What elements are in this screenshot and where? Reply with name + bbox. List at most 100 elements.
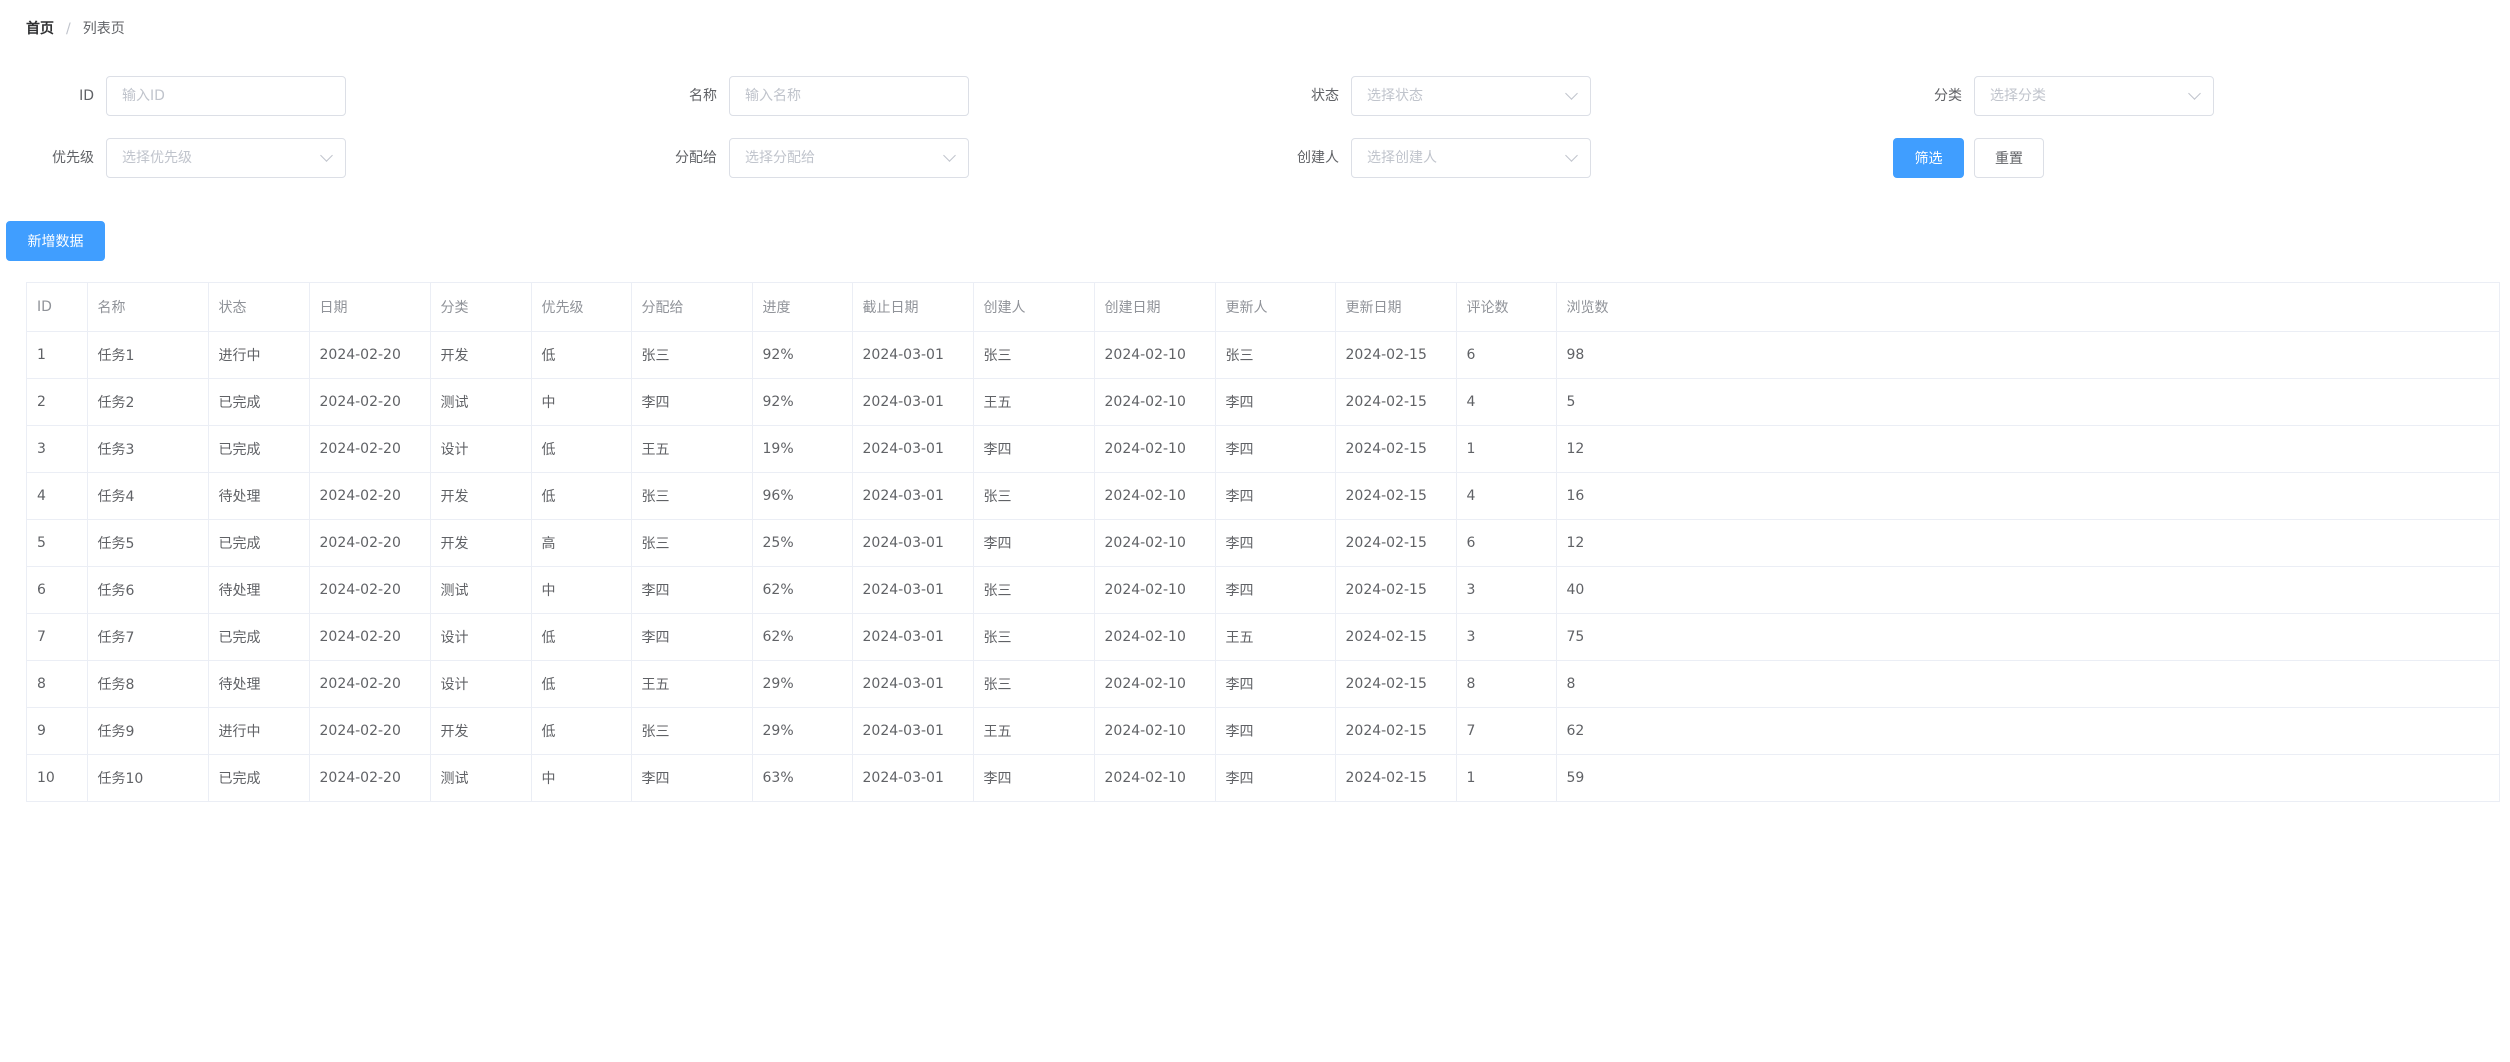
table-cell: 8 [1556, 660, 2499, 708]
table-cell: 2024-03-01 [852, 660, 974, 708]
table-header-cell: 分类 [430, 283, 532, 332]
table-row[interactable]: 9 任务9 进行中 2024-02-20 开发低张三 29% 2024-03-01 王五 202… [27, 707, 2499, 755]
table-row[interactable]: 5 任务5 已完成 2024-02-20 开发高张三 25% 2024-03-01 李四 202… [27, 519, 2499, 567]
table-cell: 2024-02-10 [1094, 472, 1216, 520]
table-cell: 已完成 [208, 754, 310, 802]
reset-button[interactable]: 重置 [1974, 138, 2044, 178]
table-cell: 2024-02-15 [1335, 613, 1457, 661]
table-row[interactable]: 6 任务6 待处理 2024-02-20 测试中李四 62% 2024-03-01 张三 202… [27, 566, 2499, 614]
table-cell: 任务3 [87, 425, 209, 473]
table-cell: 6 [1456, 519, 1557, 567]
table-cell: 测试 [430, 378, 532, 426]
table-cell: 3 [1456, 566, 1557, 614]
table-cell: 19% [752, 425, 853, 473]
table-row[interactable]: 2 任务2 已完成 2024-02-20 测试中李四 92% 2024-03-01 王五 202… [27, 378, 2499, 426]
table-cell: 2024-02-15 [1335, 566, 1457, 614]
table-row[interactable]: 8 任务8 待处理 2024-02-20 设计低王五 29% 2024-03-01 张三 202… [27, 660, 2499, 708]
breadcrumb: 首页 / 列表页 [26, 20, 125, 38]
table-cell: 李四 [1215, 378, 1336, 426]
table-cell: 92% [752, 331, 853, 379]
table-cell: 75 [1556, 613, 2499, 661]
table-cell: 中 [531, 754, 632, 802]
filter-name-label: 名称 [689, 88, 717, 104]
table-cell: 2024-03-01 [852, 754, 974, 802]
name-input[interactable] [729, 76, 969, 116]
creator-select[interactable]: 选择创建人 [1351, 138, 1591, 178]
status-select[interactable]: 选择状态 [1351, 76, 1591, 116]
assignee-select-placeholder: 选择分配给 [745, 150, 815, 166]
table-header-cell: 优先级 [531, 283, 632, 332]
table-cell: 低 [531, 707, 632, 755]
table-header-cell: 创建人 [973, 283, 1095, 332]
table-cell: 2024-02-10 [1094, 519, 1216, 567]
table-cell: 29% [752, 707, 853, 755]
table-cell: 低 [531, 613, 632, 661]
assignee-select[interactable]: 选择分配给 [729, 138, 969, 178]
table-cell: 张三 [973, 472, 1095, 520]
table-cell: 任务2 [87, 378, 209, 426]
add-data-button[interactable]: 新增数据 [6, 221, 105, 261]
table-cell: 2024-02-20 [309, 660, 431, 708]
table-cell: 2024-02-15 [1335, 472, 1457, 520]
chevron-down-icon [2188, 87, 2201, 100]
table-row[interactable]: 3 任务3 已完成 2024-02-20 设计低王五 19% 2024-03-01 李四 202… [27, 425, 2499, 473]
table-cell: 李四 [1215, 660, 1336, 708]
table-header-cell: ID [27, 283, 88, 332]
table-cell: 2024-02-15 [1335, 754, 1457, 802]
category-select[interactable]: 选择分类 [1974, 76, 2214, 116]
table-cell: 2 [27, 378, 88, 426]
table-cell: 李四 [1215, 519, 1336, 567]
table-row[interactable]: 1 任务1 进行中 2024-02-20 开发低张三 92% 2024-03-01 张三 202… [27, 331, 2499, 379]
table-cell: 2024-02-20 [309, 519, 431, 567]
table-header-cell: 创建日期 [1094, 283, 1216, 332]
table-cell: 开发 [430, 707, 532, 755]
id-input[interactable] [106, 76, 346, 116]
table-cell: 高 [531, 519, 632, 567]
creator-select-placeholder: 选择创建人 [1367, 150, 1437, 166]
table-cell: 李四 [1215, 425, 1336, 473]
priority-select-placeholder: 选择优先级 [122, 150, 192, 166]
table-cell: 2024-02-15 [1335, 707, 1457, 755]
table-cell: 测试 [430, 754, 532, 802]
data-table: ID 名称 状态 日期 分类 优先级 分配给 进度 截止日期 创建人 创建日期 更新人 更新日期 评论数浏… [26, 282, 2500, 802]
table-cell: 李四 [1215, 754, 1336, 802]
table-cell: 62 [1556, 707, 2499, 755]
table-cell: 2024-02-20 [309, 425, 431, 473]
table-row[interactable]: 10 任务10 已完成 2024-02-20 测试中李四 63% 2024-03-01 李四 2… [27, 754, 2499, 802]
table-cell: 2024-02-20 [309, 613, 431, 661]
table-cell: 李四 [631, 566, 753, 614]
table-cell: 任务1 [87, 331, 209, 379]
table-cell: 张三 [973, 566, 1095, 614]
table-row[interactable]: 7 任务7 已完成 2024-02-20 设计低李四 62% 2024-03-01 张三 202… [27, 613, 2499, 661]
table-cell: 62% [752, 566, 853, 614]
priority-select[interactable]: 选择优先级 [106, 138, 346, 178]
table-cell: 2024-02-10 [1094, 425, 1216, 473]
chevron-down-icon [1565, 149, 1578, 162]
table-cell: 低 [531, 331, 632, 379]
table-cell: 6 [1456, 331, 1557, 379]
filter-button[interactable]: 筛选 [1893, 138, 1964, 178]
table-cell: 已完成 [208, 613, 310, 661]
table-cell: 王五 [973, 707, 1095, 755]
table-cell: 12 [1556, 519, 2499, 567]
table-cell: 96% [752, 472, 853, 520]
table-header-cell: 更新日期 [1335, 283, 1457, 332]
table-cell: 2024-03-01 [852, 425, 974, 473]
table-cell: 2024-03-01 [852, 613, 974, 661]
table-cell: 2024-02-20 [309, 472, 431, 520]
table-cell: 李四 [1215, 707, 1336, 755]
table-cell: 张三 [631, 707, 753, 755]
table-cell: 2024-03-01 [852, 378, 974, 426]
table-row[interactable]: 4 任务4 待处理 2024-02-20 开发低张三 96% 2024-03-01 张三 202… [27, 472, 2499, 520]
chevron-down-icon [320, 149, 333, 162]
table-cell: 2024-03-01 [852, 566, 974, 614]
table-cell: 低 [531, 425, 632, 473]
table-cell: 7 [27, 613, 88, 661]
table-cell: 任务6 [87, 566, 209, 614]
table-cell: 待处理 [208, 660, 310, 708]
table-cell: 开发 [430, 519, 532, 567]
category-select-placeholder: 选择分类 [1990, 88, 2046, 104]
list-page: 首页 / 列表页 ID 名称 状态 选择状态 分类 选择分类 优先级 选择优先级 [0, 0, 2510, 1062]
breadcrumb-home-link[interactable]: 首页 [26, 20, 54, 38]
table-cell: 16 [1556, 472, 2499, 520]
